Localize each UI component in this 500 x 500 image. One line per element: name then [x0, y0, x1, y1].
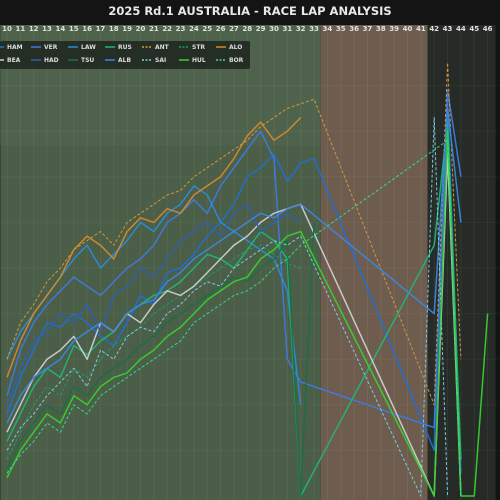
x-tick-label: 11	[15, 25, 25, 33]
x-tick-label: 18	[109, 25, 119, 33]
x-tick-label: 36	[349, 25, 359, 33]
x-tick-label: 39	[389, 25, 399, 33]
x-tick-label: 41	[416, 25, 426, 33]
x-tick-label: 13	[42, 25, 52, 33]
x-tick-label: 40	[403, 25, 413, 33]
x-tick-label: 44	[456, 25, 466, 33]
x-tick-label: 31	[282, 25, 292, 33]
x-tick-label: 38	[376, 25, 386, 33]
x-tick-label: 20	[136, 25, 146, 33]
x-tick-label: 46	[483, 25, 493, 33]
legend-label-sai: SAI	[155, 57, 166, 64]
x-tick-label: 15	[69, 25, 79, 33]
legend-label-alo: ALO	[229, 44, 242, 51]
x-tick-label: 14	[56, 25, 66, 33]
legend-label-rus: RUS	[118, 44, 132, 51]
legend-label-ver: VER	[44, 44, 58, 51]
x-tick-label: 24	[189, 25, 199, 33]
chart-title: 2025 Rd.1 AUSTRALIA - RACE LAP ANALYSIS	[108, 4, 391, 18]
x-tick-label: 26	[216, 25, 226, 33]
x-tick-label: 28	[242, 25, 252, 33]
legend-label-alb: ALB	[118, 57, 131, 64]
x-tick-label: 16	[82, 25, 92, 33]
lap-analysis-chart: 10 11 12 13 14 15 16 17 18 19 20 21 22 23 24 25 26 27 28 29…	[0, 4, 500, 500]
x-tick-label: 30	[269, 25, 279, 33]
legend-label-str: STR	[192, 44, 205, 51]
x-tick-label: 29	[256, 25, 266, 33]
x-tick-label: 21	[149, 25, 159, 33]
x-tick-label: 19	[122, 25, 132, 33]
legend-label-bor: BOR	[229, 57, 244, 64]
x-tick-label: 37	[363, 25, 373, 33]
x-tick-label: 27	[229, 25, 239, 33]
chart-legend: HAM VER LAW RUS ANT STR ALO BEA HAD TSU ALB SAI HUL B…	[0, 41, 250, 69]
x-tick-label: 35	[336, 25, 346, 33]
legend-label-law: LAW	[81, 44, 96, 51]
legend-label-had: HAD	[44, 57, 59, 64]
x-tick-label: 43	[443, 25, 453, 33]
legend-label-tsu: TSU	[81, 57, 94, 64]
x-axis-ticks: 10 11 12 13 14 15 16 17 18 19 20 21 22 23 24 25 26 27 28 29…	[2, 25, 492, 33]
x-tick-label: 12	[29, 25, 39, 33]
legend-label-ham: HAM	[7, 44, 23, 51]
legend-label-hul: HUL	[192, 57, 206, 64]
x-tick-label: 45	[469, 25, 479, 33]
x-tick-label: 10	[2, 25, 12, 33]
x-tick-label: 17	[96, 25, 106, 33]
x-tick-label: 33	[309, 25, 319, 33]
legend-label-ant: ANT	[155, 44, 170, 51]
x-tick-label: 32	[296, 25, 306, 33]
x-tick-label: 34	[323, 25, 333, 33]
legend-label-bea: BEA	[7, 57, 21, 64]
x-tick-label: 22	[162, 25, 172, 33]
x-tick-label: 25	[202, 25, 212, 33]
x-tick-label: 23	[176, 25, 186, 33]
x-tick-label: 42	[429, 25, 439, 33]
